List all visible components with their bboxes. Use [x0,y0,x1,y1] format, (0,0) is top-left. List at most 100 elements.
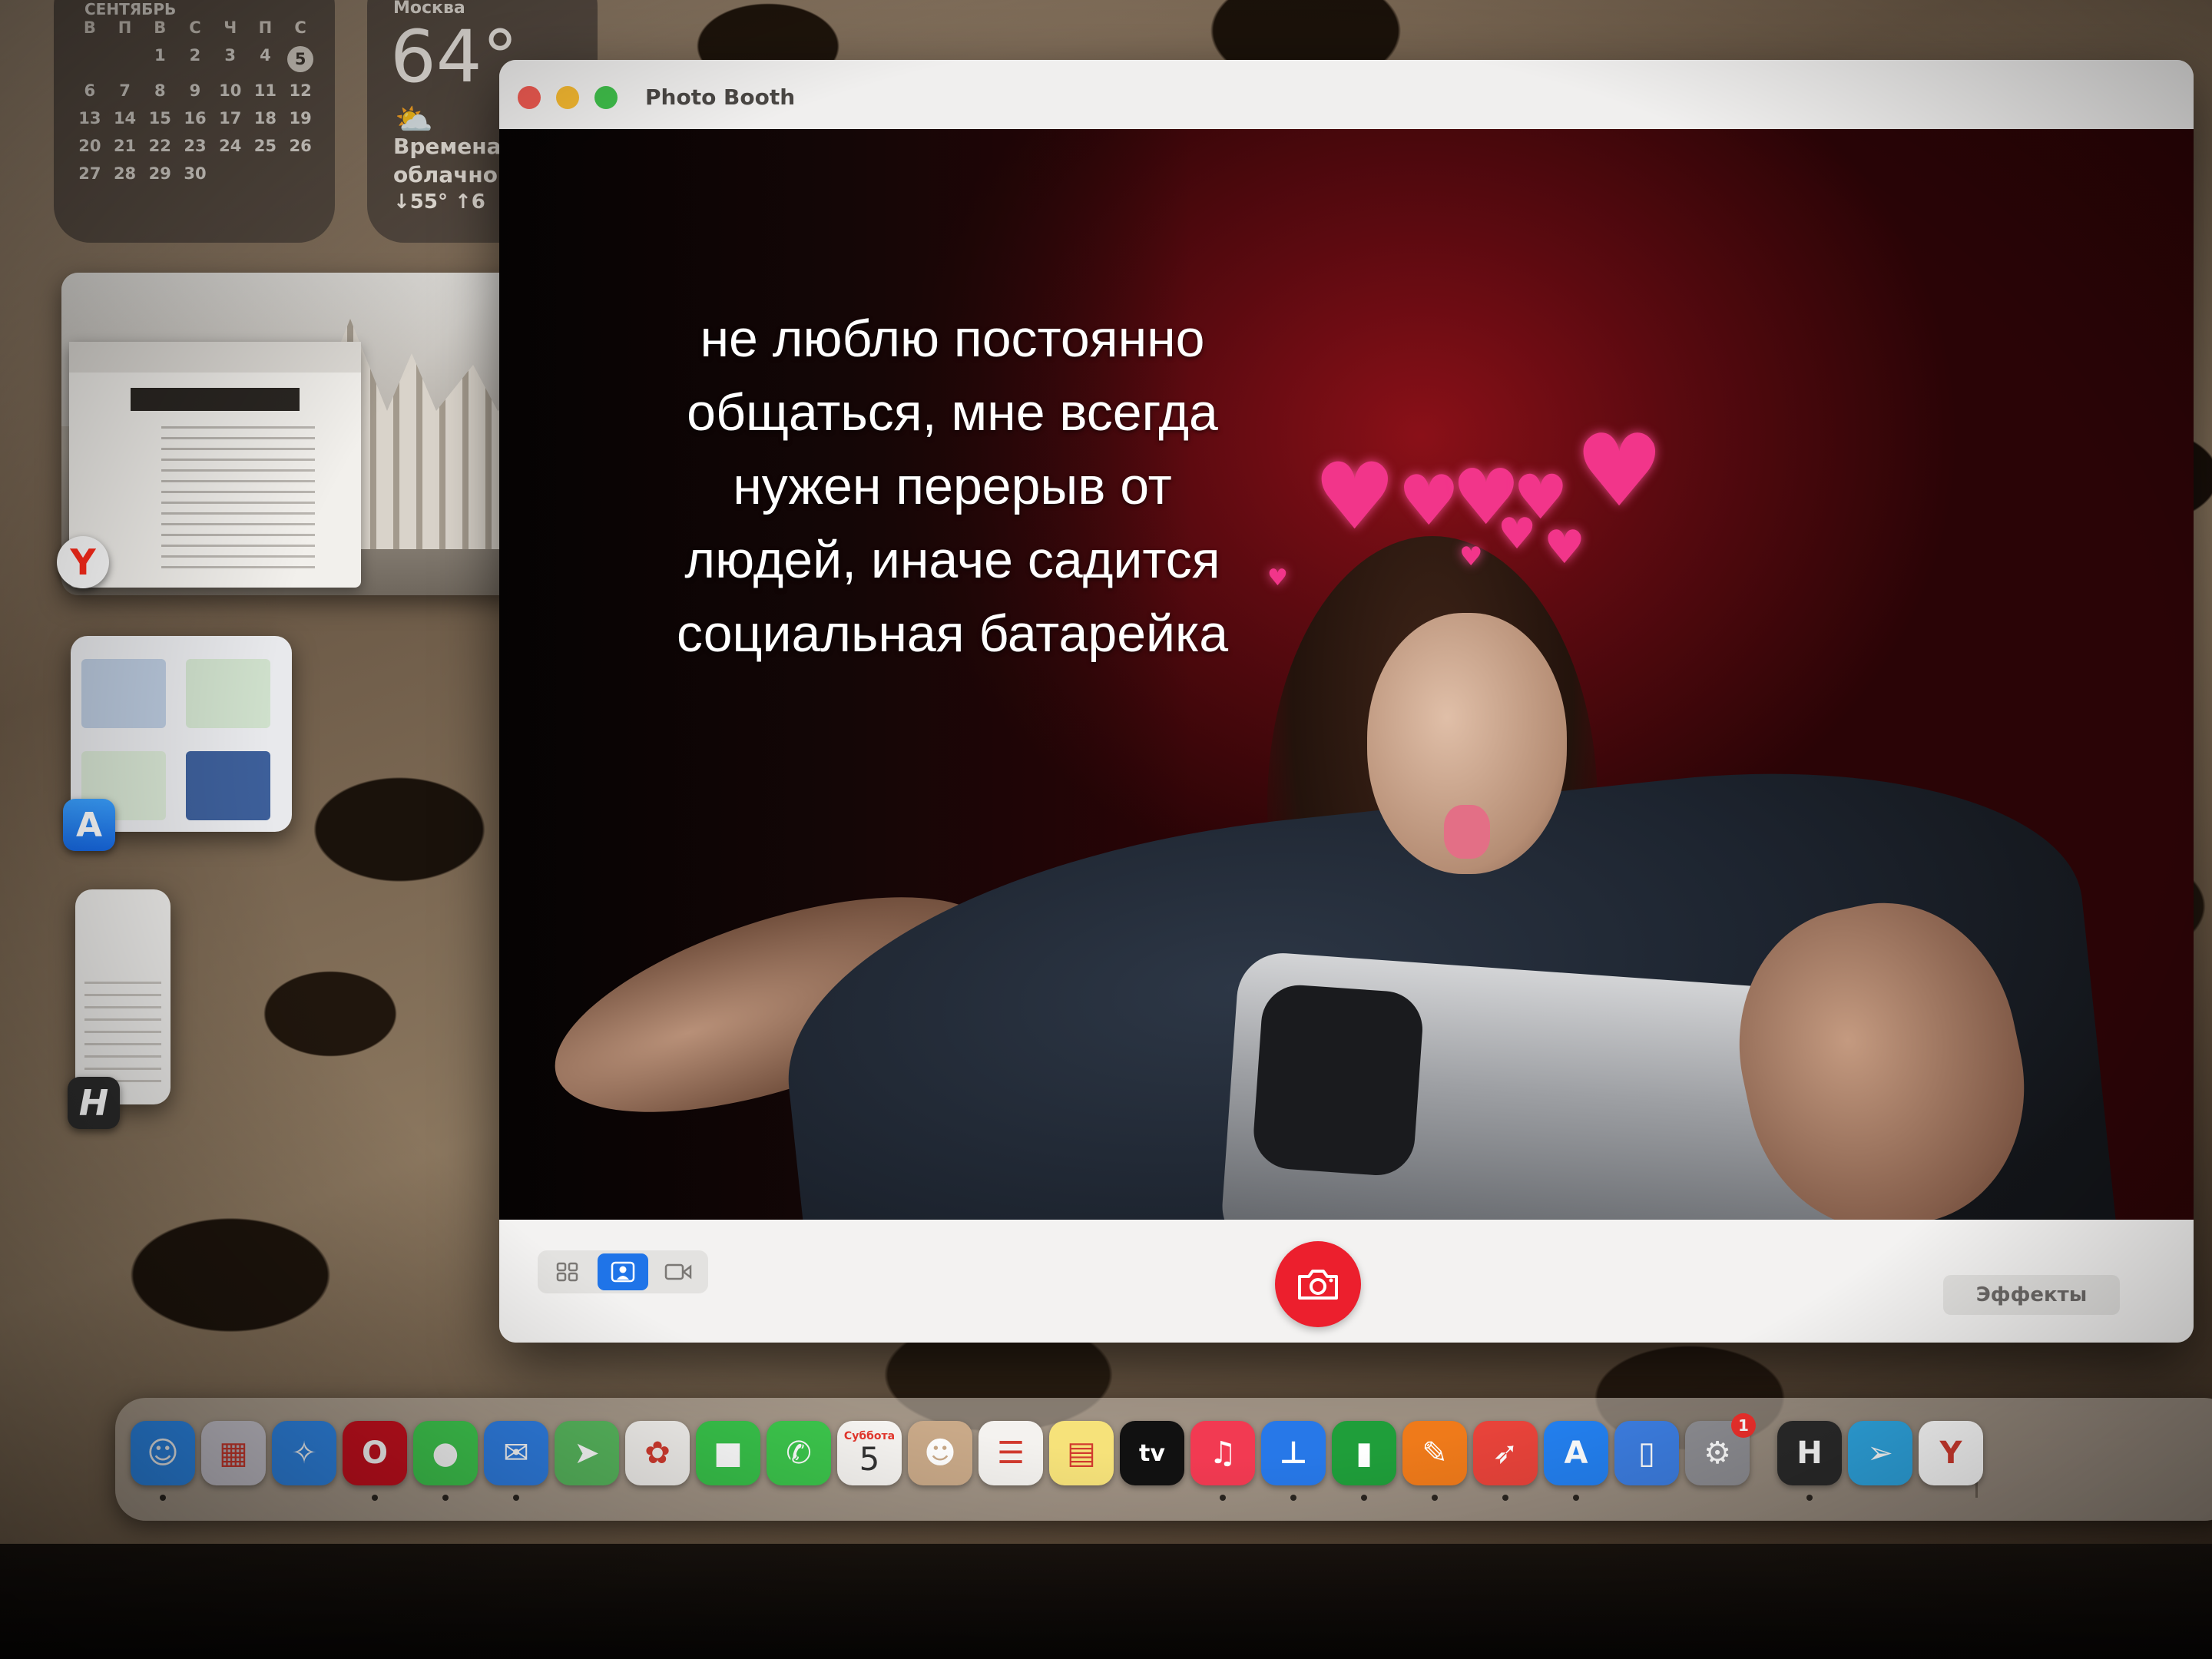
calendar-day: 28 [113,164,137,183]
video-camera-icon [664,1263,692,1280]
dock-icon-glyph: ➤ [574,1435,600,1471]
caption-line: нужен перерыв от [733,457,1172,515]
maps-icon[interactable]: ➤ [555,1421,619,1485]
contacts-icon[interactable]: ☻ [908,1421,972,1485]
caption-line: социальная батарейка [676,604,1229,663]
calendar-day: 8 [154,81,166,100]
pages-icon[interactable]: ✎ [1402,1421,1467,1485]
dock-icon-glyph: ✿ [644,1435,671,1471]
yandex-icon[interactable]: Y [1919,1421,1983,1485]
mail-icon[interactable]: ✉ [484,1421,548,1485]
stage-thumbnail-text [84,982,161,1089]
heart-icon: ♥ [1498,509,1537,559]
single-photo-button[interactable] [598,1253,648,1290]
finder-icon[interactable]: ☺ [131,1421,195,1485]
calendar-day: 15 [148,109,171,127]
numbers-icon[interactable]: ▮ [1332,1421,1396,1485]
preview-phone-camera [1251,982,1426,1178]
dock-icon-glyph: ➶ [1492,1435,1518,1471]
calendar-day: 6 [84,81,96,100]
calendar-day: 14 [113,109,137,127]
grid-view-button[interactable] [542,1253,593,1290]
h-app-icon[interactable]: H [1777,1421,1842,1485]
zoom-button[interactable] [594,86,618,109]
close-button[interactable] [518,86,541,109]
effects-button[interactable]: Эффекты [1943,1275,2120,1315]
calendar-day: 1 [154,46,166,65]
dock-icon-glyph: ♫ [1209,1435,1237,1471]
dock: ☺ ▦ ✧ O ● ✉ ➤ ✿ ■ ✆ Суббота 5 ☻ ☰ ▤ tv ♫ ⊥ ▮ ✎ ➶ A ▯ ⚙ 1 H ➢ Y [115,1398,2212,1521]
photo-booth-window[interactable]: Photo Booth ♥ ♥ ♥ ♥ ♥ ♥ ♥ ♥ ♥ не люблю п… [499,60,2194,1343]
calendar-widget[interactable]: СЕНТЯБРЬ В П В С Ч П С 1 2 3 4 5 6 7 8 9 10 11 12 13 14 15 16 1… [54,0,335,243]
photo-booth-toolbar: Эффекты [499,1220,2194,1343]
music-icon[interactable]: ♫ [1190,1421,1255,1485]
running-indicator [1432,1495,1438,1501]
running-indicator [442,1495,449,1501]
dock-icon-glyph: ● [432,1435,459,1471]
video-mode-button[interactable] [653,1253,704,1290]
keynote-icon[interactable]: ⊥ [1261,1421,1326,1485]
phone-icon[interactable]: ✆ [767,1421,831,1485]
calendar-day: 27 [78,164,101,183]
apple-tv-icon[interactable]: tv [1120,1421,1184,1485]
safari-icon[interactable]: ✧ [272,1421,336,1485]
messages-icon[interactable]: ● [413,1421,478,1485]
running-indicator [1573,1495,1579,1501]
view-mode-toggle[interactable] [538,1250,708,1293]
calendar-weekday-label: С [189,18,201,37]
calendar-today-marker: 5 [287,46,314,72]
calendar-day: 12 [289,81,312,100]
stage-manager-notes-window[interactable] [75,889,171,1104]
calendar-day: 30 [184,164,207,183]
dock-icon-glyph: ▯ [1637,1435,1655,1471]
settings-icon[interactable]: ⚙ 1 [1685,1413,1756,1485]
calendar-weekday-label: Ч [224,18,237,37]
window-title: Photo Booth [645,84,796,110]
telegram-icon[interactable]: ➢ [1848,1421,1912,1485]
calendar-day [248,164,283,183]
facetime-icon[interactable]: ■ [696,1421,760,1485]
launchpad-icon[interactable]: ▦ [201,1421,266,1485]
dock-icon-glyph: ▤ [1067,1435,1096,1471]
running-indicator [1361,1495,1367,1501]
stage-manager-browser-window[interactable] [61,273,522,595]
opera-icon[interactable]: O [343,1421,407,1485]
take-photo-button[interactable] [1275,1241,1361,1327]
calendar-weekday-label: П [118,18,132,37]
minimize-button[interactable] [556,86,579,109]
calendar-icon[interactable]: Суббота 5 [837,1421,902,1485]
camera-icon [1298,1270,1338,1300]
photos-icon[interactable]: ✿ [625,1421,690,1485]
preview-tongue [1444,805,1490,859]
rocket-icon[interactable]: ➶ [1473,1421,1538,1485]
dock-icon-glyph: ⚙ [1704,1435,1731,1471]
calendar-day: 3 [224,46,237,65]
dock-icon-glyph: ✉ [503,1435,529,1471]
dock-icon-glyph: Y [1939,1435,1962,1471]
caption-line: людей, иначе садится [684,531,1220,589]
reminders-icon[interactable]: ☰ [979,1421,1043,1485]
overlay-caption: не люблю постоянно общаться, мне всегда … [499,302,1406,671]
calendar-day: 17 [219,109,242,127]
dock-icon-glyph: ▮ [1355,1435,1373,1471]
calendar-day: 9 [189,81,201,100]
running-indicator [1290,1495,1296,1501]
calendar-day: 25 [253,137,277,155]
caption-line: общаться, мне всегда [687,383,1218,442]
dock-icon-glyph: ✧ [291,1435,317,1471]
calendar-day: 10 [219,81,242,100]
stage-thumbnail-document [69,342,361,588]
stage-thumbnail-text [161,426,315,572]
running-indicator [1502,1495,1508,1501]
calendar-day: 4 [260,46,271,65]
portrait-icon [611,1261,635,1283]
calendar-day: 21 [113,137,137,155]
calendar-day [72,46,108,72]
screen-bezel [0,1544,2212,1659]
window-titlebar[interactable]: Photo Booth [499,60,2194,129]
notes-icon[interactable]: ▤ [1049,1421,1114,1485]
app-store-icon[interactable]: A [1544,1421,1608,1485]
calendar-day: 22 [148,137,171,155]
iphone-mirroring-icon[interactable]: ▯ [1614,1421,1679,1485]
h-app-icon: H [68,1077,120,1129]
